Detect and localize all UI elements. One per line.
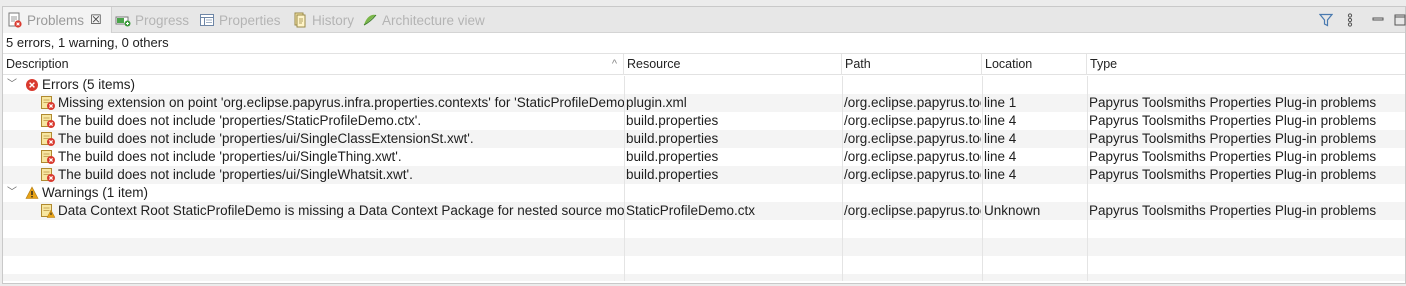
cell-type: Papyrus Toolsmiths Properties Plug-in pr… xyxy=(1089,167,1377,182)
column-header-location[interactable]: Location xyxy=(982,54,1087,75)
cell-description: The build does not include 'properties/u… xyxy=(58,167,413,182)
warning-icon xyxy=(24,185,40,201)
cell-resource: build.properties xyxy=(626,149,719,164)
empty-row xyxy=(3,220,1405,238)
cell-location: line 4 xyxy=(984,167,1017,182)
tab-architecture-view[interactable]: Architecture view xyxy=(362,7,485,33)
column-separator xyxy=(624,76,625,281)
chevron-down-icon[interactable]: ﹀ xyxy=(6,184,18,202)
cell-location: line 1 xyxy=(984,95,1017,110)
maximize-icon[interactable] xyxy=(1391,11,1406,29)
tab-architecture-view-label: Architecture view xyxy=(382,12,485,28)
column-header-path[interactable]: Path xyxy=(842,54,982,75)
empty-row xyxy=(3,256,1405,274)
error-marker-icon xyxy=(40,95,56,111)
tab-properties-label: Properties xyxy=(219,12,281,28)
view-tab-bar: Problems ☒ Progress Properties History A… xyxy=(3,7,1406,33)
view-toolbar xyxy=(1317,7,1406,33)
tab-history[interactable]: History xyxy=(292,7,354,33)
cell-type: Papyrus Toolsmiths Properties Plug-in pr… xyxy=(1089,203,1377,218)
table-row[interactable]: The build does not include 'properties/u… xyxy=(3,148,1405,166)
cell-location: line 4 xyxy=(984,131,1017,146)
table-row[interactable]: The build does not include 'properties/u… xyxy=(3,166,1405,184)
cell-resource: build.properties xyxy=(626,113,719,128)
cell-resource: build.properties xyxy=(626,167,719,182)
group-label: Errors (5 items) xyxy=(42,77,136,92)
cell-description: The build does not include 'properties/u… xyxy=(58,131,474,146)
cell-description: Missing extension on point 'org.eclipse.… xyxy=(58,95,624,110)
problems-view: Problems ☒ Progress Properties History A… xyxy=(2,6,1406,284)
view-menu-icon[interactable] xyxy=(1341,11,1359,29)
tab-properties[interactable]: Properties xyxy=(199,7,281,33)
column-separator xyxy=(842,76,843,281)
cell-path: /org.eclipse.papyrus.toolsmiths xyxy=(844,113,981,128)
table-row[interactable]: Data Context Root StaticProfileDemo is m… xyxy=(3,202,1405,220)
minimize-icon[interactable] xyxy=(1369,11,1387,29)
cell-location: line 4 xyxy=(984,149,1017,164)
cell-type: Papyrus Toolsmiths Properties Plug-in pr… xyxy=(1089,149,1377,164)
properties-icon xyxy=(199,12,215,28)
column-separator xyxy=(1087,76,1088,281)
filter-icon[interactable] xyxy=(1317,11,1335,29)
progress-icon xyxy=(115,12,131,28)
column-separator xyxy=(982,76,983,281)
table-row[interactable]: The build does not include 'properties/S… xyxy=(3,112,1405,130)
empty-row xyxy=(3,274,1405,281)
cell-resource: build.properties xyxy=(626,131,719,146)
error-icon xyxy=(24,77,40,93)
error-marker-icon xyxy=(40,167,56,183)
cell-path: /org.eclipse.papyrus.toolsmiths xyxy=(844,95,981,110)
column-header-resource[interactable]: Resource xyxy=(624,54,842,75)
table-row[interactable]: The build does not include 'properties/u… xyxy=(3,130,1405,148)
group-row-errors[interactable]: ﹀ Errors (5 items) xyxy=(3,76,1405,94)
chevron-down-icon[interactable]: ﹀ xyxy=(6,76,18,94)
group-row-warnings[interactable]: ﹀ Warnings (1 item) xyxy=(3,184,1405,202)
error-marker-icon xyxy=(40,113,56,129)
warning-marker-icon xyxy=(40,203,56,219)
close-icon[interactable]: ☒ xyxy=(90,12,102,28)
problems-table: ﹀ Errors (5 items) Missing extension on … xyxy=(3,76,1405,281)
cell-path: /org.eclipse.papyrus.toolsmiths xyxy=(844,167,981,182)
column-header-description[interactable]: Description ^ xyxy=(3,54,624,75)
tab-progress-label: Progress xyxy=(135,12,190,28)
table-row[interactable]: Missing extension on point 'org.eclipse.… xyxy=(3,94,1405,112)
problems-summary: 5 errors, 1 warning, 0 others xyxy=(6,35,169,50)
cell-type: Papyrus Toolsmiths Properties Plug-in pr… xyxy=(1089,113,1377,128)
tab-problems[interactable]: Problems ☒ xyxy=(3,7,112,33)
cell-location: Unknown xyxy=(984,203,1041,218)
tab-problems-label: Problems xyxy=(27,12,85,28)
sort-ascending-icon: ^ xyxy=(611,58,617,70)
tab-progress[interactable]: Progress xyxy=(115,7,189,33)
history-icon xyxy=(292,12,308,28)
column-header-type[interactable]: Type xyxy=(1087,54,1405,75)
cell-path: /org.eclipse.papyrus.toolsmiths xyxy=(844,131,981,146)
error-marker-icon xyxy=(40,149,56,165)
cell-path: /org.eclipse.papyrus.toolsmiths xyxy=(844,203,981,218)
empty-row xyxy=(3,238,1405,256)
cell-resource: plugin.xml xyxy=(626,95,687,110)
tab-history-label: History xyxy=(312,12,355,28)
cell-type: Papyrus Toolsmiths Properties Plug-in pr… xyxy=(1089,95,1377,110)
cell-description: The build does not include 'properties/u… xyxy=(58,149,402,164)
cell-resource: StaticProfileDemo.ctx xyxy=(626,203,756,218)
cell-location: line 4 xyxy=(984,113,1017,128)
table-header: Description ^ Resource Path Location Typ… xyxy=(3,53,1405,75)
cell-path: /org.eclipse.papyrus.toolsmiths xyxy=(844,149,981,164)
error-marker-icon xyxy=(40,131,56,147)
cell-description: Data Context Root StaticProfileDemo is m… xyxy=(58,203,624,218)
cell-description: The build does not include 'properties/S… xyxy=(58,113,422,128)
group-label: Warnings (1 item) xyxy=(42,185,149,200)
problems-icon xyxy=(7,12,23,28)
cell-type: Papyrus Toolsmiths Properties Plug-in pr… xyxy=(1089,131,1377,146)
architecture-view-icon xyxy=(362,12,378,28)
